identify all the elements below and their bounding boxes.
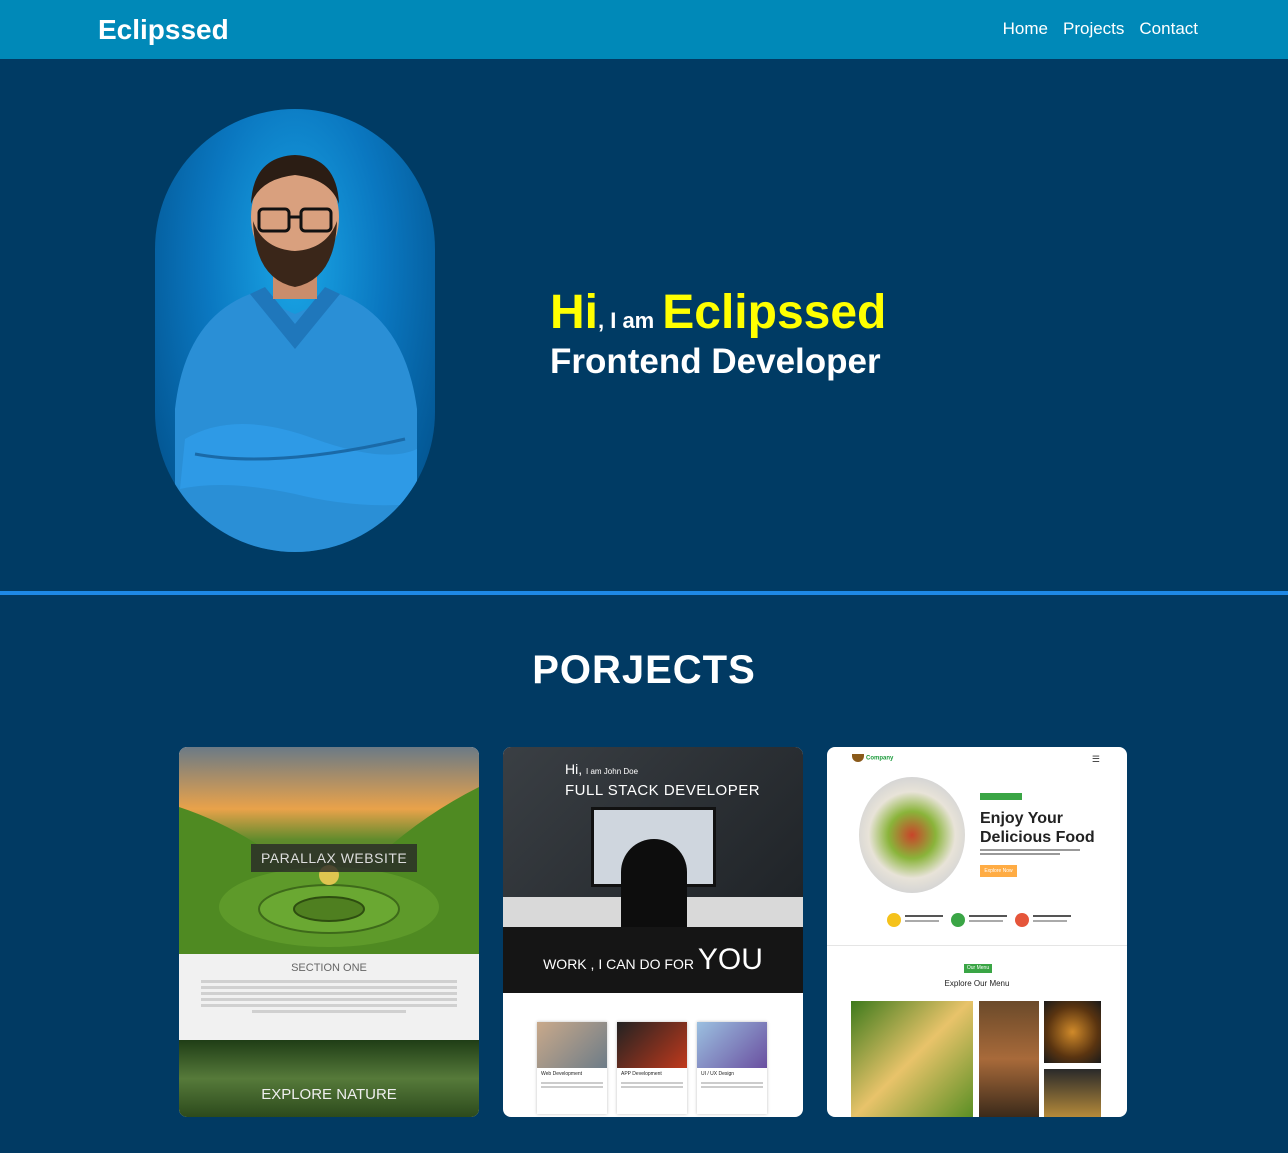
feature-delivery <box>1015 913 1071 929</box>
parallax-hero-image: PARALLAX WEBSITE <box>179 747 479 954</box>
service-title: APP Development <box>621 1071 662 1077</box>
feature-discount <box>887 913 943 929</box>
food-plate-image <box>859 777 965 893</box>
parallax-forest-image: EXPLORE NATURE <box>179 1040 479 1117</box>
service-title: Web Development <box>541 1071 583 1077</box>
basket-icon <box>951 913 965 927</box>
food-heading: Enjoy Your Delicious Food <box>980 809 1095 847</box>
nav-link-projects[interactable]: Projects <box>1063 19 1124 39</box>
food-badge <box>980 793 1022 800</box>
hero-iam: , I am <box>598 308 655 333</box>
menu-image-curry <box>979 1001 1039 1117</box>
bowl-icon <box>852 754 864 762</box>
our-menu-badge: Our Menu <box>964 964 992 973</box>
service-title: UI / UX Design <box>701 1071 735 1077</box>
hero-hi: Hi <box>550 286 598 339</box>
divider <box>827 945 1127 946</box>
parallax-label: PARALLAX WEBSITE <box>251 844 418 872</box>
feature-fresh-food <box>951 913 1007 929</box>
menu-image-thali <box>851 1001 973 1117</box>
profile-photo <box>155 109 435 552</box>
food-heading-line1: Enjoy Your <box>980 810 1063 827</box>
hero-greeting: Hi , I am Eclipssed <box>550 285 886 340</box>
food-logo-text: Company <box>866 755 894 762</box>
lorem-text-lines <box>201 980 457 1016</box>
person-illustration <box>175 155 417 552</box>
menu-image-vessel <box>1044 1069 1101 1117</box>
menu-image-dish <box>1044 1001 1101 1063</box>
home-delivery-icon <box>1015 913 1029 927</box>
hero-section: Hi , I am Eclipssed Frontend Developer <box>0 59 1288 591</box>
hero-name: Eclipssed <box>662 286 887 339</box>
food-heading-line2: Delicious Food <box>980 829 1095 846</box>
portfolio-work-band: WORK , I CAN DO FOR YOU <box>503 927 803 993</box>
hamburger-menu-icon: ☰ <box>1091 754 1100 764</box>
section-one-heading: SECTION ONE <box>291 962 367 974</box>
portfolio-service-cards: Web Development APP Development UI / UX … <box>537 1022 769 1117</box>
food-logo: Company <box>852 754 893 762</box>
explore-nature-label: EXPLORE NATURE <box>261 1086 397 1103</box>
explore-menu-title: Explore Our Menu <box>944 979 1010 988</box>
hero-role: Frontend Developer <box>550 342 881 381</box>
portfolio-hero-image: Hi, I am John Doe FULL STACK DEVELOPER <box>503 747 803 927</box>
navbar: Eclipssed Home Projects Contact <box>0 0 1288 59</box>
section-divider <box>0 591 1288 595</box>
project-card-parallax[interactable]: PARALLAX WEBSITE SECTION ONE EXPLORE NAT… <box>179 747 479 1117</box>
portfolio-headline: FULL STACK DEVELOPER <box>565 782 761 799</box>
service-card: Web Development <box>537 1022 607 1114</box>
parallax-section-one: SECTION ONE <box>179 954 479 1040</box>
project-card-portfolio[interactable]: Hi, I am John Doe FULL STACK DEVELOPER W… <box>503 747 803 1117</box>
explore-now-button: Explore Now <box>980 865 1017 877</box>
portfolio-greeting: Hi, I am John Doe <box>565 761 638 777</box>
service-card: APP Development <box>617 1022 687 1114</box>
portfolio-hi: Hi, <box>565 761 583 777</box>
work-text: WORK , I CAN DO FOR <box>543 956 694 972</box>
service-card: UI / UX Design <box>697 1022 767 1114</box>
nav-link-contact[interactable]: Contact <box>1139 19 1198 39</box>
nav-link-home[interactable]: Home <box>1003 19 1048 39</box>
brand-logo[interactable]: Eclipssed <box>98 14 229 46</box>
projects-title: PORJECTS <box>532 648 756 692</box>
person-silhouette <box>621 839 687 927</box>
portfolio-work-text: WORK , I CAN DO FOR YOU <box>503 943 803 977</box>
hero-text: Hi , I am Eclipssed Frontend Developer <box>550 285 886 382</box>
project-card-food[interactable]: Company ☰ Enjoy Your Delicious Food Expl… <box>827 747 1127 1117</box>
work-text-big: YOU <box>697 943 763 976</box>
portfolio-hi-small: I am John Doe <box>586 767 639 776</box>
nav-links: Home Projects Contact <box>1003 19 1198 39</box>
food-description <box>980 849 1080 857</box>
voucher-icon <box>887 913 901 927</box>
